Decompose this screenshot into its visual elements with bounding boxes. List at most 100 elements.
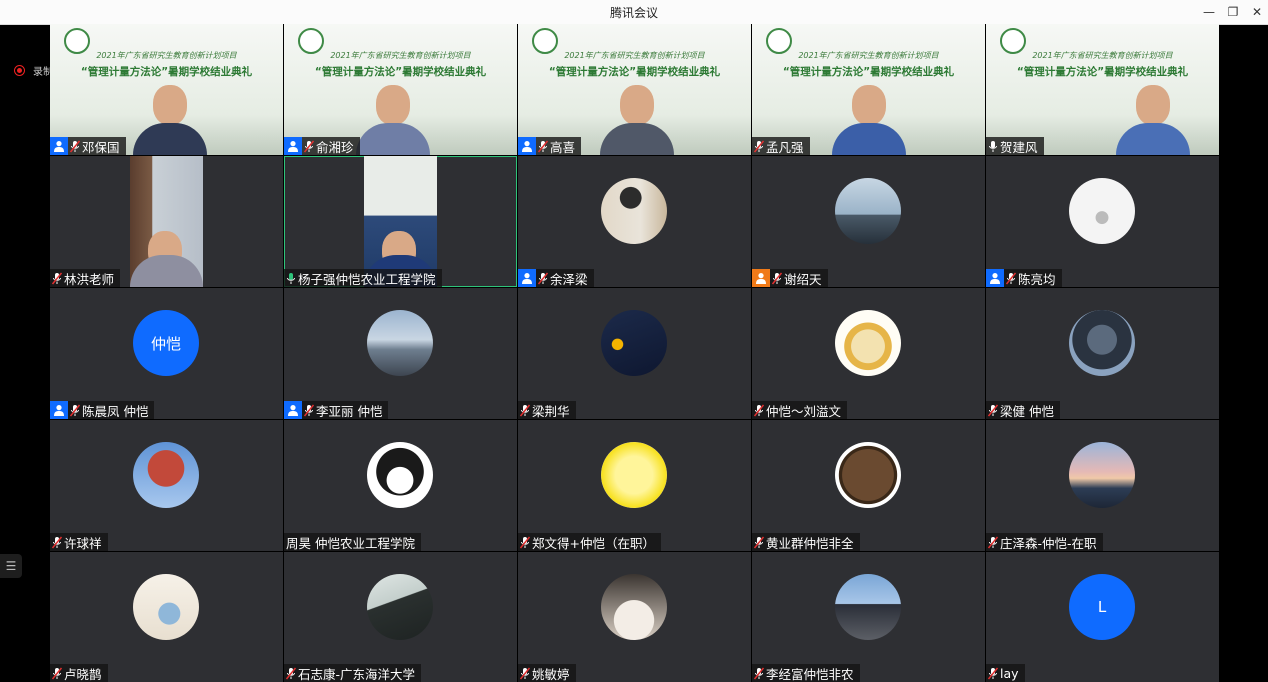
close-icon[interactable]: ✕	[1248, 3, 1266, 21]
participant-tile[interactable]: 梁荆华	[518, 288, 751, 419]
participant-tile[interactable]: 2021年广东省研究生教育创新计划项目“管理计量方法论”暑期学校结业典礼俞湘珍	[284, 24, 517, 155]
participant-name: 杨子强仲恺农业工程学院	[298, 269, 436, 288]
participant-tile[interactable]: 庄泽森-仲恺-在职	[986, 420, 1219, 551]
participant-video	[832, 85, 902, 155]
avatar	[367, 574, 433, 640]
person-icon	[518, 137, 536, 155]
participant-tile[interactable]: 余泽梁	[518, 156, 751, 287]
person-icon	[284, 137, 302, 155]
mic-muted-icon	[68, 402, 82, 418]
banner-line1: 2021年广东省研究生教育创新计划项目	[986, 50, 1219, 61]
participant-tile[interactable]: 2021年广东省研究生教育创新计划项目“管理计量方法论”暑期学校结业典礼孟凡强	[752, 24, 985, 155]
person-icon	[284, 401, 302, 419]
participant-name: 余泽梁	[550, 269, 588, 288]
participant-label: 高喜	[518, 137, 581, 155]
participant-tile[interactable]: 林洪老师	[50, 156, 283, 287]
participant-label: 李亚丽 仲恺	[284, 401, 388, 419]
avatar	[133, 442, 199, 508]
banner-line1: 2021年广东省研究生教育创新计划项目	[50, 50, 283, 61]
mic-muted-icon	[752, 138, 766, 154]
participant-tile[interactable]: 杨子强仲恺农业工程学院	[284, 156, 517, 287]
mic-muted-icon	[518, 402, 532, 418]
participant-label: 贺建风	[986, 137, 1044, 155]
mic-muted-icon	[986, 534, 1000, 550]
participant-name: 林洪老师	[64, 269, 114, 288]
banner-line1: 2021年广东省研究生教育创新计划项目	[752, 50, 985, 61]
participant-label: 石志康-广东海洋大学	[284, 664, 421, 682]
banner-line2: “管理计量方法论”暑期学校结业典礼	[518, 64, 751, 79]
minimize-icon[interactable]: —	[1200, 3, 1218, 21]
avatar	[1069, 442, 1135, 508]
participant-name: 高喜	[550, 137, 575, 156]
avatar	[835, 310, 901, 376]
participant-tile[interactable]: 2021年广东省研究生教育创新计划项目“管理计量方法论”暑期学校结业典礼邓保国	[50, 24, 283, 155]
participant-tile[interactable]: 梁健 仲恺	[986, 288, 1219, 419]
participant-tile[interactable]: 李亚丽 仲恺	[284, 288, 517, 419]
participant-tile[interactable]: 谢绍天	[752, 156, 985, 287]
person-icon	[50, 401, 68, 419]
mic-muted-icon	[752, 402, 766, 418]
avatar	[133, 574, 199, 640]
participant-name: 郑文得+仲恺（在职）	[532, 533, 655, 552]
mic-muted-icon	[50, 534, 64, 550]
participant-label: lay	[986, 664, 1025, 682]
participant-name: 李亚丽 仲恺	[316, 401, 382, 420]
mic-muted-icon	[68, 138, 82, 154]
participant-name: 谢绍天	[784, 269, 822, 288]
participant-tile[interactable]: 许球祥	[50, 420, 283, 551]
mic-muted-icon	[986, 665, 1000, 681]
mic-muted-icon	[536, 270, 550, 286]
participant-name: 仲恺～刘溢文	[766, 401, 841, 420]
avatar	[367, 310, 433, 376]
participant-tile[interactable]: 卢晓鹊	[50, 552, 283, 682]
participant-tile[interactable]: 郑文得+仲恺（在职）	[518, 420, 751, 551]
list-icon[interactable]: ☰	[0, 554, 22, 578]
participant-label: 邓保国	[50, 137, 126, 155]
participant-tile[interactable]: 2021年广东省研究生教育创新计划项目“管理计量方法论”暑期学校结业典礼贺建风	[986, 24, 1219, 155]
participant-label: 梁荆华	[518, 401, 576, 419]
participant-tile[interactable]: Llay	[986, 552, 1219, 682]
avatar	[601, 442, 667, 508]
participant-tile[interactable]: 姚敏婷	[518, 552, 751, 682]
title-bar: 腾讯会议 — ❐ ✕	[0, 0, 1268, 25]
participant-name: lay	[1000, 666, 1019, 681]
avatar	[367, 442, 433, 508]
participant-label: 仲恺～刘溢文	[752, 401, 847, 419]
mic-muted-icon	[986, 402, 1000, 418]
avatar	[601, 574, 667, 640]
participant-name: 庄泽森-仲恺-在职	[1000, 533, 1097, 552]
participant-label: 姚敏婷	[518, 664, 576, 682]
avatar	[835, 442, 901, 508]
participant-name: 俞湘珍	[316, 137, 354, 156]
participant-tile[interactable]: 陈亮均	[986, 156, 1219, 287]
participant-grid: 2021年广东省研究生教育创新计划项目“管理计量方法论”暑期学校结业典礼邓保国2…	[50, 24, 1217, 678]
window-title: 腾讯会议	[0, 4, 1268, 21]
participant-tile[interactable]: 仲恺陈晨凤 仲恺	[50, 288, 283, 419]
mic-muted-icon	[302, 138, 316, 154]
participant-label: 俞湘珍	[284, 137, 360, 155]
avatar	[1069, 178, 1135, 244]
participant-name: 陈晨凤 仲恺	[82, 401, 148, 420]
participant-name: 姚敏婷	[532, 664, 570, 682]
participant-tile[interactable]: 周昊 仲恺农业工程学院	[284, 420, 517, 551]
mic-muted-icon	[50, 270, 64, 286]
participant-tile[interactable]: 李经富仲恺非农	[752, 552, 985, 682]
mic-muted-icon	[284, 665, 298, 681]
mic-muted-icon	[752, 665, 766, 681]
participant-name: 孟凡强	[766, 137, 804, 156]
participant-video	[130, 156, 203, 287]
participant-tile[interactable]: 黄业群仲恺非全	[752, 420, 985, 551]
participant-name: 邓保国	[82, 137, 120, 156]
participant-label: 杨子强仲恺农业工程学院	[284, 269, 442, 287]
participant-tile[interactable]: 2021年广东省研究生教育创新计划项目“管理计量方法论”暑期学校结业典礼高喜	[518, 24, 751, 155]
participant-tile[interactable]: 石志康-广东海洋大学	[284, 552, 517, 682]
participant-label: 周昊 仲恺农业工程学院	[284, 533, 421, 551]
participant-name: 周昊 仲恺农业工程学院	[286, 533, 415, 552]
person-icon	[50, 137, 68, 155]
mic-muted-icon	[518, 534, 532, 550]
restore-icon[interactable]: ❐	[1224, 3, 1242, 21]
participant-video	[364, 156, 437, 287]
participant-name: 石志康-广东海洋大学	[298, 664, 415, 682]
participant-tile[interactable]: 仲恺～刘溢文	[752, 288, 985, 419]
avatar	[835, 574, 901, 640]
